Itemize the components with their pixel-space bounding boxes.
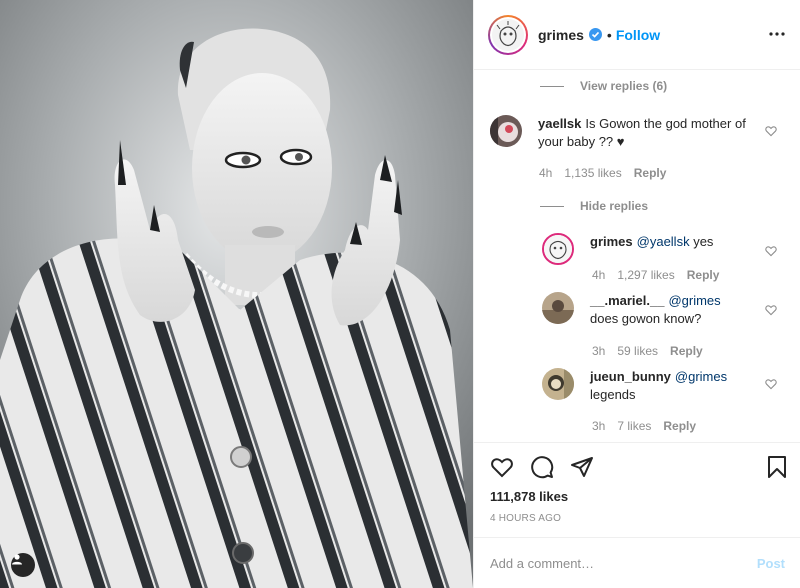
reply-button[interactable]: Reply — [634, 166, 667, 180]
reply-button[interactable]: Reply — [687, 268, 720, 282]
comments-list[interactable]: View replies (6) yaellsk Is Gowon the god… — [474, 71, 800, 442]
user-tag-icon — [12, 554, 22, 565]
more-options-button[interactable] — [767, 24, 787, 44]
reply-button[interactable]: Reply — [663, 419, 696, 433]
reply-button[interactable]: Reply — [670, 344, 703, 358]
comment-avatar[interactable] — [490, 115, 522, 147]
reply-meta: 3h 59 likes Reply — [592, 344, 703, 358]
reply-mention[interactable]: @grimes — [675, 369, 727, 384]
comment-bubble-icon[interactable] — [530, 455, 554, 479]
post-photo[interactable] — [0, 0, 473, 588]
avatar-icon — [490, 115, 522, 147]
reply-avatar[interactable] — [542, 233, 574, 265]
view-replies-label: View replies (6) — [580, 79, 668, 93]
header-username[interactable]: grimes — [538, 27, 584, 43]
user-tag-button[interactable] — [11, 553, 35, 577]
header-avatar[interactable] — [488, 14, 528, 55]
reply-meta: 4h 1,297 likes Reply — [592, 268, 719, 282]
reply-mention[interactable]: @grimes — [668, 293, 720, 308]
add-comment-form: Post — [474, 537, 800, 588]
reply-item: __.mariel.__ @grimes does gowon know? — [542, 292, 764, 328]
comment-username[interactable]: yaellsk — [538, 116, 581, 131]
like-reply-heart-icon[interactable] — [765, 245, 777, 257]
avatar-icon — [544, 235, 572, 263]
reply-text: does gowon know? — [590, 311, 702, 326]
reply-meta: 3h 7 likes Reply — [592, 419, 696, 433]
reply-mention[interactable]: @yaellsk — [637, 234, 690, 249]
post-header: grimes • Follow — [474, 0, 800, 70]
reply-avatar[interactable] — [542, 292, 574, 324]
verified-badge-icon — [588, 28, 602, 41]
reply-likes[interactable]: 1,297 likes — [617, 268, 674, 282]
post-side-panel: grimes • Follow View replies (6) yaellsk… — [473, 0, 800, 588]
reply-username[interactable]: grimes — [590, 234, 633, 249]
like-reply-heart-icon[interactable] — [765, 378, 777, 390]
comment-time[interactable]: 4h — [539, 166, 552, 180]
comment-likes[interactable]: 1,135 likes — [564, 166, 621, 180]
avatar-icon — [542, 368, 574, 400]
replies-divider — [540, 205, 564, 207]
like-comment-heart-icon[interactable] — [765, 125, 777, 137]
post-actions: 111,878 likes 4 HOURS AGO — [474, 442, 800, 532]
comment-item: yaellsk Is Gowon the god mother of your b… — [490, 115, 760, 151]
reply-likes[interactable]: 59 likes — [617, 344, 658, 358]
reply-time[interactable]: 4h — [592, 268, 605, 282]
reply-avatar[interactable] — [542, 368, 574, 400]
like-reply-heart-icon[interactable] — [765, 304, 777, 316]
reply-text: yes — [689, 234, 714, 249]
view-replies-toggle[interactable]: View replies (6) — [540, 79, 667, 93]
reply-item: grimes @yaellsk yes — [542, 233, 764, 265]
share-paper-plane-icon[interactable] — [570, 455, 594, 479]
follow-button[interactable]: Follow — [616, 27, 660, 43]
reply-username[interactable]: __.mariel.__ — [590, 293, 664, 308]
save-bookmark-icon[interactable] — [765, 455, 789, 479]
hide-replies-toggle[interactable]: Hide replies — [540, 199, 648, 213]
likes-count[interactable]: 111,878 likes — [490, 489, 568, 504]
post-timestamp[interactable]: 4 HOURS AGO — [490, 513, 561, 524]
avatar-icon — [542, 292, 574, 324]
more-options-icon — [769, 32, 785, 36]
reply-likes[interactable]: 7 likes — [617, 419, 651, 433]
photo-image — [0, 0, 473, 588]
hide-replies-label: Hide replies — [580, 199, 649, 213]
replies-divider — [540, 85, 564, 87]
like-heart-icon[interactable] — [490, 455, 514, 479]
post-comment-button[interactable]: Post — [757, 556, 785, 571]
comment-meta: 4h 1,135 likes Reply — [539, 166, 666, 180]
reply-time[interactable]: 3h — [592, 419, 605, 433]
reply-username[interactable]: jueun_bunny — [590, 369, 671, 384]
reply-time[interactable]: 3h — [592, 344, 605, 358]
add-comment-input[interactable] — [490, 555, 757, 571]
reply-item: jueun_bunny @grimes legends — [542, 368, 764, 404]
header-separator: • — [606, 26, 612, 43]
avatar-icon — [492, 18, 524, 51]
reply-text: legends — [590, 387, 636, 402]
